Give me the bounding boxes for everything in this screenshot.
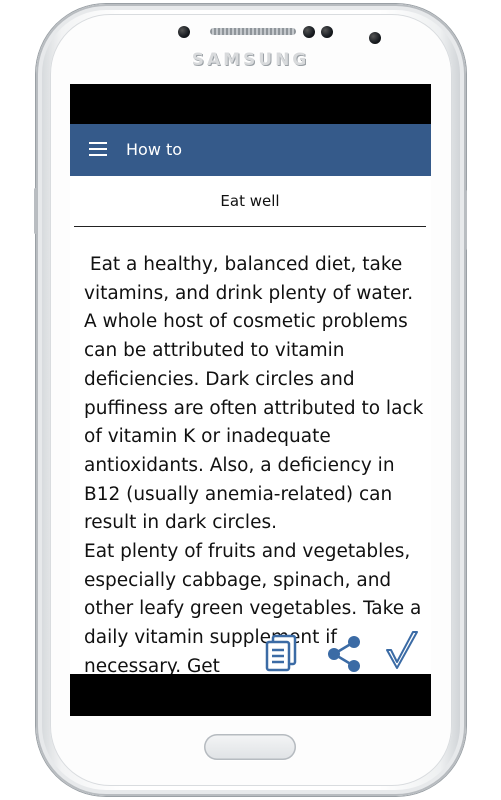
share-icon[interactable] bbox=[322, 632, 366, 674]
toolbar-title: How to bbox=[126, 140, 183, 159]
light-sensor bbox=[303, 26, 315, 38]
section-title: Eat well bbox=[74, 176, 426, 227]
sensor-dot-2 bbox=[321, 26, 333, 38]
article-content: Eat a healthy, balanced diet, take vitam… bbox=[84, 251, 424, 674]
volume-button bbox=[34, 188, 37, 234]
phone-screen: How to Eat well Eat a healthy, balanced … bbox=[70, 84, 431, 716]
power-button bbox=[464, 190, 467, 250]
earpiece-speaker bbox=[210, 28, 296, 35]
toolbar: How to bbox=[70, 124, 431, 176]
front-camera bbox=[369, 32, 381, 44]
hamburger-menu-icon[interactable] bbox=[89, 142, 107, 156]
brand-logo: SAMSUNG bbox=[191, 50, 310, 70]
app-window: How to Eat well Eat a healthy, balanced … bbox=[70, 124, 431, 674]
checkmark-icon[interactable] bbox=[383, 628, 423, 674]
document-copy-icon[interactable] bbox=[265, 634, 299, 674]
home-button[interactable] bbox=[204, 734, 296, 760]
proximity-sensor bbox=[178, 26, 190, 38]
article-paragraph: Eat plenty of fruits and vegetables, esp… bbox=[84, 541, 428, 674]
article-paragraph: Eat a healthy, balanced diet, take vitam… bbox=[84, 254, 430, 534]
